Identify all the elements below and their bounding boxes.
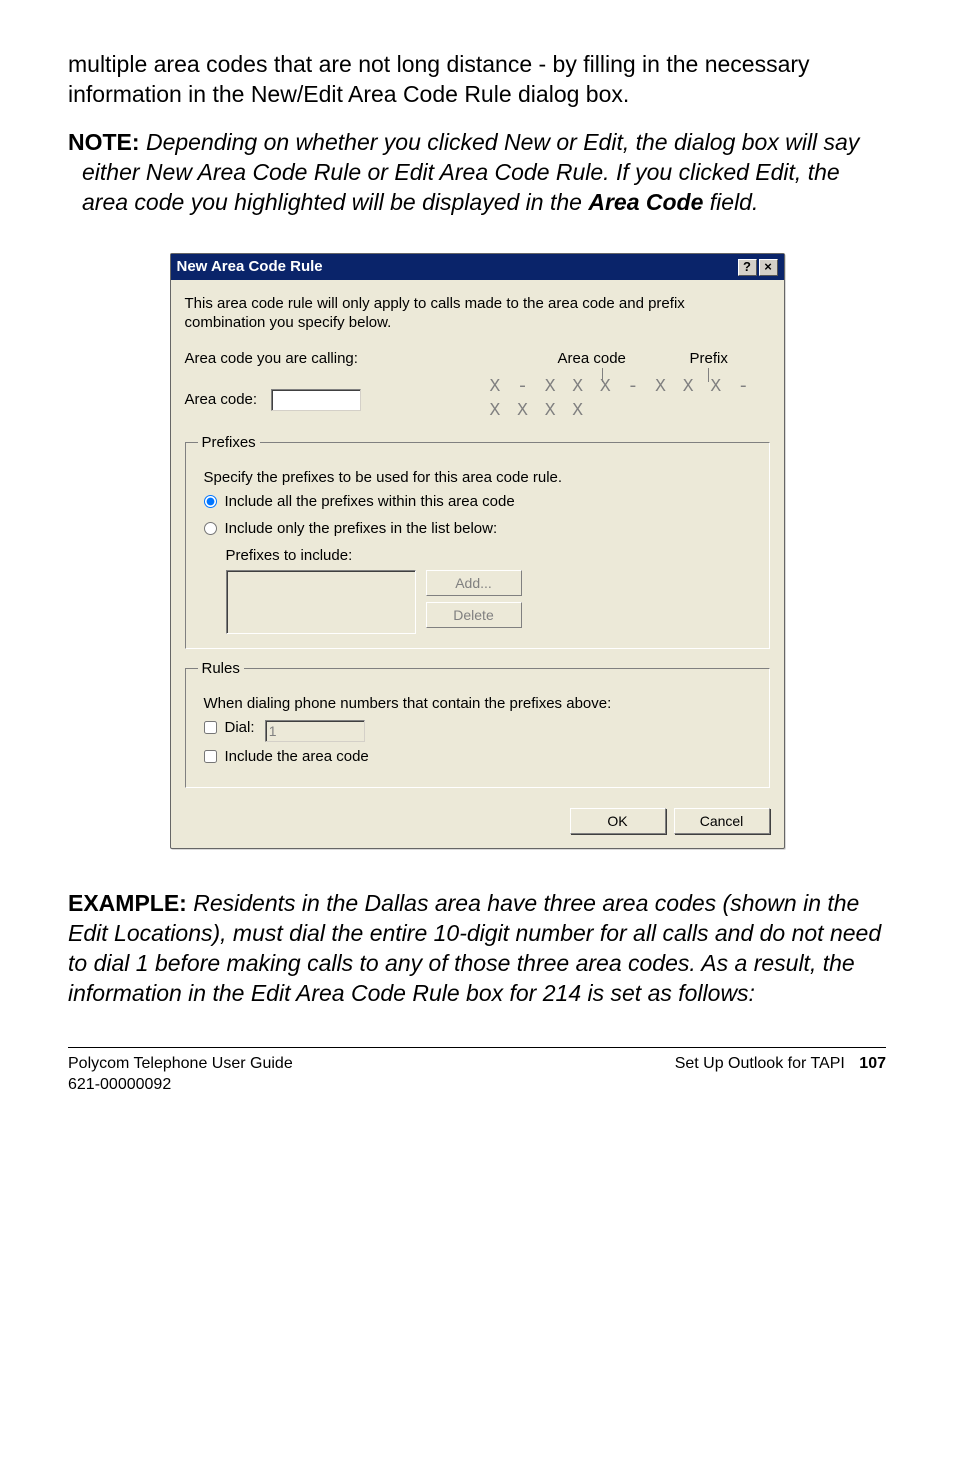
area-code-label: Area code: (185, 390, 271, 410)
ok-button[interactable]: OK (570, 808, 666, 834)
cancel-button[interactable]: Cancel (674, 808, 770, 834)
page-number: 107 (859, 1055, 886, 1072)
dial-checkbox-input[interactable] (204, 721, 217, 734)
include-area-code-checkbox[interactable]: Include the area code (204, 747, 369, 767)
prefixes-group: Prefixes Specify the prefixes to be used… (185, 433, 770, 649)
dial-checkbox[interactable]: Dial: (204, 718, 255, 738)
area-code-calling-label: Area code you are calling: (185, 349, 485, 369)
phone-format: X - X X X - X X X - X X X X (490, 376, 770, 423)
column-prefix: Prefix (690, 350, 728, 367)
footer-right: Set Up Outlook for TAPI (675, 1055, 845, 1072)
rules-legend: Rules (198, 659, 244, 679)
radio-include-below[interactable]: Include only the prefixes in the list be… (204, 519, 498, 539)
page-footer: Polycom Telephone User Guide 621-0000009… (68, 1054, 886, 1096)
footer-rule (68, 1047, 886, 1048)
prefixes-listbox[interactable] (226, 570, 416, 634)
radio-include-all[interactable]: Include all the prefixes within this are… (204, 492, 515, 512)
prefixes-desc: Specify the prefixes to be used for this… (204, 468, 757, 488)
dial-input[interactable]: 1 (265, 720, 365, 742)
radio-include-all-input[interactable] (204, 495, 217, 508)
radio-include-below-input[interactable] (204, 522, 217, 535)
note-paragraph: NOTE: Depending on whether you clicked N… (68, 128, 886, 218)
add-button[interactable]: Add... (426, 570, 522, 596)
include-area-code-label: Include the area code (225, 747, 369, 767)
dialog-title: New Area Code Rule (177, 257, 323, 277)
close-icon[interactable]: × (759, 259, 778, 276)
intro-paragraph: multiple area codes that are not long di… (68, 50, 886, 110)
dial-label: Dial: (225, 718, 255, 738)
dialog-titlebar: New Area Code Rule ? × (171, 254, 784, 280)
new-area-code-rule-dialog: New Area Code Rule ? × This area code ru… (170, 253, 785, 849)
footer-left-1: Polycom Telephone User Guide (68, 1054, 293, 1075)
prefixes-legend: Prefixes (198, 433, 260, 453)
footer-left-2: 621-00000092 (68, 1075, 293, 1096)
note-field-ref: Area Code (588, 189, 703, 215)
dialog-description: This area code rule will only apply to c… (185, 294, 770, 333)
note-label: NOTE: (68, 129, 140, 155)
example-label: EXAMPLE: (68, 890, 193, 916)
note-text-2: field. (703, 189, 758, 215)
radio-include-below-label: Include only the prefixes in the list be… (225, 519, 498, 539)
help-icon[interactable]: ? (738, 259, 757, 276)
rules-desc: When dialing phone numbers that contain … (204, 694, 757, 714)
include-area-code-checkbox-input[interactable] (204, 750, 217, 763)
prefixes-include-label: Prefixes to include: (226, 546, 757, 566)
example-paragraph: EXAMPLE: Residents in the Dallas area ha… (68, 889, 886, 1009)
radio-include-all-label: Include all the prefixes within this are… (225, 492, 515, 512)
area-code-input[interactable] (271, 389, 361, 411)
rules-group: Rules When dialing phone numbers that co… (185, 659, 770, 788)
delete-button[interactable]: Delete (426, 602, 522, 628)
column-area-code: Area code (558, 350, 626, 367)
